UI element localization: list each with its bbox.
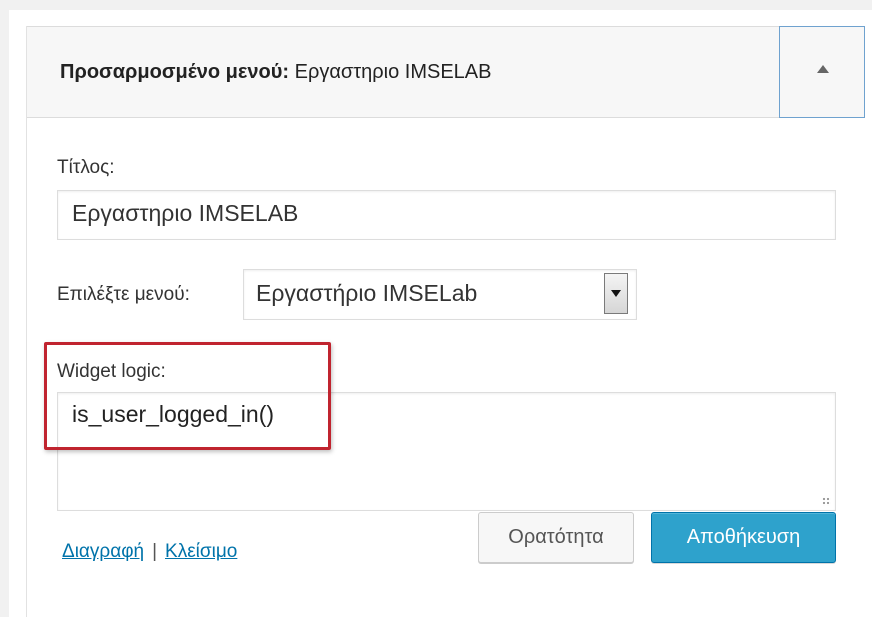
title-input[interactable]: Εργαστηριο IMSELAB xyxy=(57,190,836,240)
menu-select-value: Εργαστήριο IMSELab xyxy=(256,280,478,306)
widget-title-prefix: Προσαρμοσμένο μενού: xyxy=(60,61,290,83)
visibility-button[interactable]: Ορατότητα xyxy=(478,512,634,563)
widget-title: Προσαρμοσμένο μενού: Εργαστηριο IMSELAB xyxy=(60,61,491,84)
menu-select-label: Επιλέξτε μενού: xyxy=(57,284,190,305)
menu-select[interactable]: Εργαστήριο IMSELab xyxy=(243,269,637,320)
highlight-annotation xyxy=(44,342,331,450)
resize-grip-icon[interactable] xyxy=(822,497,831,506)
widget-header[interactable]: Προσαρμοσμένο μενού: Εργαστηριο IMSELAB xyxy=(26,26,865,118)
left-background xyxy=(0,0,9,617)
widget-toggle-button[interactable] xyxy=(779,26,865,118)
panel-border xyxy=(26,26,27,617)
arrow-up-icon xyxy=(817,65,829,73)
widget-title-name: Εργαστηριο IMSELAB xyxy=(294,61,492,83)
delete-link[interactable]: Διαγραφή xyxy=(62,541,144,562)
link-separator: | xyxy=(152,541,158,562)
chevron-down-icon xyxy=(611,290,621,297)
widget-control-links: Διαγραφή | Κλείσιμο xyxy=(62,541,237,563)
save-button[interactable]: Αποθήκευση xyxy=(651,512,836,563)
top-background xyxy=(0,0,872,10)
select-dropdown-button[interactable] xyxy=(604,273,628,314)
close-link[interactable]: Κλείσιμο xyxy=(165,541,237,562)
title-label: Τίτλος: xyxy=(57,157,115,178)
